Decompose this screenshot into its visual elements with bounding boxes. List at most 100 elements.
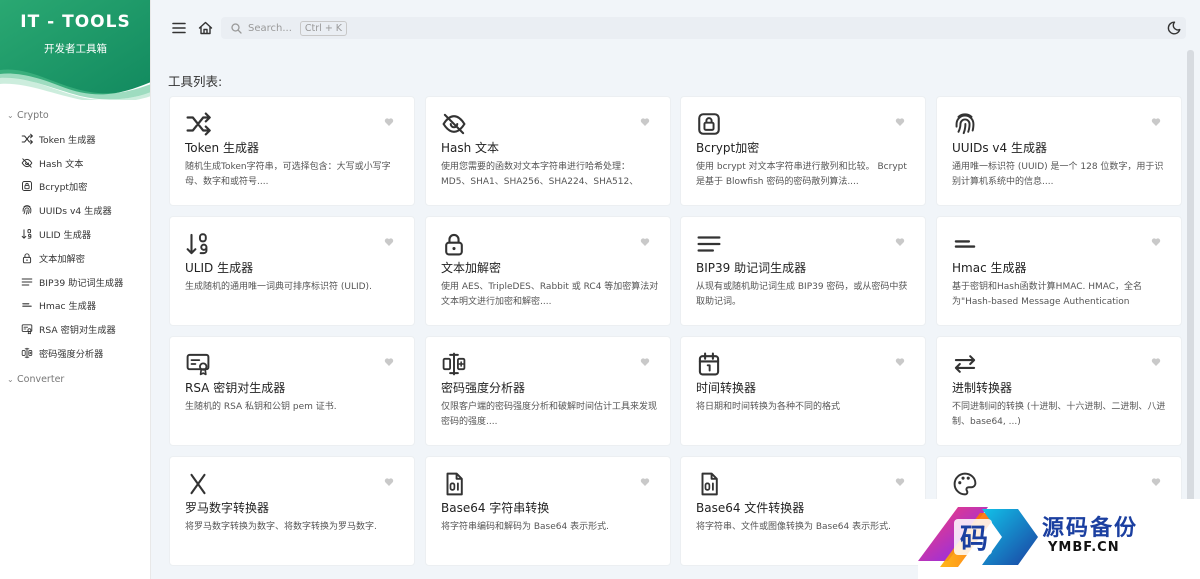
brand-title: IT - TOOLS <box>20 12 131 32</box>
theme-toggle-button[interactable] <box>1164 18 1184 38</box>
text-lines-icon <box>21 278 33 286</box>
group-header-crypto[interactable]: ⌄ Crypto <box>0 107 150 123</box>
sidebar-item-label: 文本加解密 <box>39 253 85 265</box>
heart-icon[interactable] <box>1151 117 1161 127</box>
heart-icon[interactable] <box>640 117 650 127</box>
heart-icon[interactable] <box>895 477 905 487</box>
watermark-main-text: 源码备份 <box>1042 516 1139 541</box>
sidebar-item-label: ULID 生成器 <box>39 230 92 242</box>
sidebar-item[interactable]: 文本加解密 <box>0 246 150 270</box>
tool-card[interactable]: Bcrypt加密使用 bcrypt 对文本字符串进行散列和比较。 Bcrypt … <box>680 96 926 206</box>
tool-card-title: Hash 文本 <box>441 141 500 155</box>
tool-card-title: 密码强度分析器 <box>441 381 526 395</box>
heart-icon[interactable] <box>895 357 905 367</box>
fingerprint-icon <box>955 113 975 135</box>
sidebar-item[interactable]: UUIDs v4 生成器 <box>0 198 150 222</box>
sidebar-item-icon <box>21 299 39 311</box>
tool-card[interactable]: Hash 文本使用您需要的函数对文本字符串进行哈希处理：MD5、SHA1、SHA… <box>425 96 671 206</box>
tool-card[interactable]: UUIDs v4 生成器 通用唯一标识符 (UUID) 是一个 128 位数字，用… <box>936 96 1182 206</box>
tool-card-icon <box>185 471 211 497</box>
tool-card[interactable]: Token 生成器随机生成Token字符串，可选择包含：大写或小写字母、数字和或… <box>169 96 415 206</box>
file-digit-icon <box>446 472 463 496</box>
chevron-down-icon: ⌄ <box>7 375 14 385</box>
tool-card-title: Base64 文件转换器 <box>696 501 805 515</box>
scrollbar[interactable] <box>1187 50 1194 520</box>
password-icon <box>442 352 466 376</box>
tool-card-title: 文本加解密 <box>441 261 502 275</box>
tool-card-description: 将罗马数字转换为数字、将数字转换为罗马数字. <box>185 522 377 532</box>
heart-icon[interactable] <box>384 477 394 487</box>
tool-card-description: 生随机的 RSA 私钥和公钥 pem 证书. <box>185 402 337 412</box>
sort-numeric-icon <box>21 229 32 239</box>
sidebar-item-icon <box>21 157 39 169</box>
sidebar: 时间转换器进制转换器罗马数字转换器Base64 字符串转换Base64 文件转换… <box>0 0 151 579</box>
tool-card-icon <box>696 351 722 377</box>
brand-header[interactable]: 时间转换器进制转换器罗马数字转换器Base64 字符串转换Base64 文件转换… <box>0 0 150 100</box>
tool-card[interactable]: 罗马数字转换器 将罗马数字转换为数字、将数字转换为罗马数字. <box>169 456 415 566</box>
tool-card[interactable]: ULID 生成器 生成随机的通用唯一词典可排序标识符 (ULID). <box>169 216 415 326</box>
sidebar-item[interactable]: Hash 文本 <box>0 151 150 175</box>
tool-card-icon <box>696 111 722 137</box>
group-header-converter[interactable]: ⌄ Converter <box>0 372 150 388</box>
heart-icon[interactable] <box>895 117 905 127</box>
sidebar-item[interactable]: Hmac 生成器 <box>0 294 150 318</box>
tool-card-icon <box>441 351 467 377</box>
heart-icon[interactable] <box>640 237 650 247</box>
tool-card[interactable]: Base64 字符串转换 将字符串编码和解码为 Base64 表示形式. <box>425 456 671 566</box>
tool-card-icon <box>441 471 467 497</box>
group-label: Crypto <box>17 109 49 121</box>
heart-icon[interactable] <box>1151 237 1161 247</box>
certificate-icon <box>186 353 210 376</box>
tool-card[interactable]: Base64 文件转换器 将字符串、文件或图像转换为 Base64 表示形式. <box>680 456 926 566</box>
heart-icon[interactable] <box>640 477 650 487</box>
sidebar-item-icon <box>21 252 39 264</box>
search-input[interactable]: Search... Ctrl + K <box>221 17 1186 39</box>
tool-card[interactable]: 时间转换器 将日期和时间转换为各种不同的格式 <box>680 336 926 446</box>
tool-card-description: 使用 AES、TripleDES、Rabbit 或 RC4 等加密算法对文本明文… <box>441 282 659 307</box>
search-shortcut-hint: Ctrl + K <box>299 20 348 36</box>
heart-icon[interactable] <box>384 117 394 127</box>
sort-numeric-icon <box>186 233 208 255</box>
sidebar-item-label: BIP39 助记词生成器 <box>39 277 124 289</box>
sidebar-item[interactable]: RSA 密钥对生成器 <box>0 317 150 341</box>
tool-card-description: 从现有或随机助记词生成 BIP39 密码，或从密码中获取助记词。 <box>696 282 908 307</box>
tool-card-title: Token 生成器 <box>185 141 259 155</box>
tool-card[interactable]: 进制转换器 不同进制间的转换 (十进制、十六进制、二进制、八进制、base64, … <box>936 336 1182 446</box>
sidebar-item[interactable]: 密码强度分析器 <box>0 341 150 365</box>
lock-square-icon <box>22 181 32 192</box>
heart-icon[interactable] <box>640 357 650 367</box>
brand-subtitle: 开发者工具箱 <box>44 43 107 55</box>
sidebar-item[interactable]: ULID 生成器 <box>0 222 150 246</box>
tool-card-icon <box>696 471 722 497</box>
menu-toggle-button[interactable] <box>169 18 189 38</box>
tool-card-description: 随机生成Token字符串，可选择包含：大写或小写字母、数字和或符号.... <box>185 162 391 187</box>
tool-card-title: 进制转换器 <box>952 381 1013 395</box>
heart-icon[interactable] <box>895 237 905 247</box>
sidebar-item-icon <box>21 133 39 145</box>
tool-card-title: UUIDs v4 生成器 <box>952 141 1047 155</box>
heart-icon[interactable] <box>384 357 394 367</box>
sidebar-item[interactable]: Token 生成器 <box>0 127 150 151</box>
tool-card[interactable]: Hmac 生成器 基于密钥和Hash函数计算HMAC. HMAC，全名为"Hash… <box>936 216 1182 326</box>
tool-card-title: Bcrypt加密 <box>696 141 760 155</box>
tool-card-title: Hmac 生成器 <box>952 261 1027 275</box>
sidebar-item-label: Token 生成器 <box>39 134 96 146</box>
heart-icon[interactable] <box>1151 477 1161 487</box>
heart-icon[interactable] <box>1151 357 1161 367</box>
tool-card[interactable]: 文本加解密使用 AES、TripleDES、Rabbit 或 RC4 等加密算法… <box>425 216 671 326</box>
sidebar-item[interactable]: Bcrypt加密 <box>0 175 150 199</box>
sidebar-item[interactable]: BIP39 助记词生成器 <box>0 270 150 294</box>
tool-card-description: 使用 bcrypt 对文本字符串进行散列和比较。 Bcrypt 是基于 Blow… <box>696 162 907 187</box>
heart-icon[interactable] <box>384 237 394 247</box>
tool-card[interactable]: RSA 密钥对生成器生随机的 RSA 私钥和公钥 pem 证书. <box>169 336 415 446</box>
tool-card[interactable]: BIP39 助记词生成器 从现有或随机助记词生成 BIP39 密码，或从密码中获取… <box>680 216 926 326</box>
tool-card-description: 使用您需要的函数对文本字符串进行哈希处理：MD5、SHA1、SHA256、SHA… <box>441 162 639 187</box>
short-text-icon <box>954 240 976 248</box>
sidebar-item-label: RSA 密钥对生成器 <box>39 325 116 337</box>
short-text-icon <box>22 303 32 308</box>
tool-card[interactable]: 密码强度分析器 仅限客户端的密码强度分析和破解时间估计工具来发现密码的强度.... <box>425 336 671 446</box>
sidebar-item-label: UUIDs v4 生成器 <box>39 206 112 218</box>
home-button[interactable] <box>195 18 215 38</box>
tool-card-title: RSA 密钥对生成器 <box>185 381 286 395</box>
tool-card-icon <box>952 471 978 497</box>
